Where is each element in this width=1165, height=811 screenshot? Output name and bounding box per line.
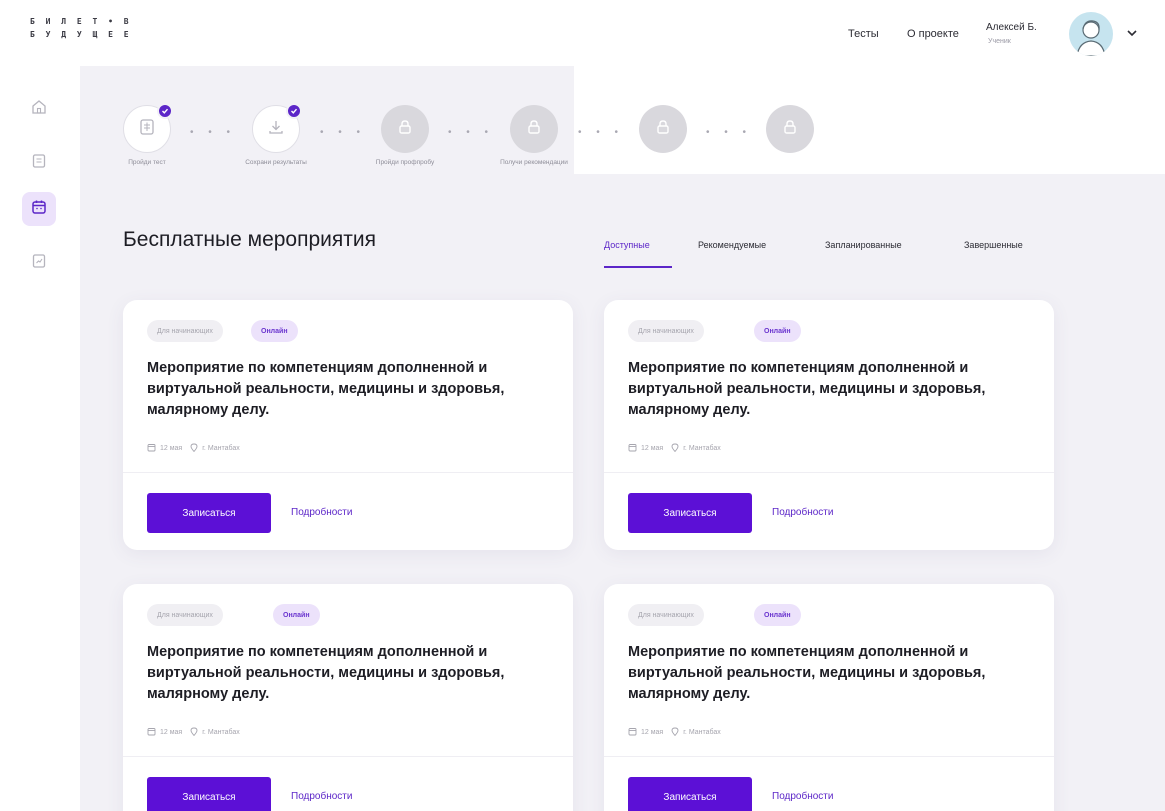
event-card-3: Для начинающих Онлайн Мероприятие по ком…: [123, 584, 573, 811]
event-location: г. Мантабах: [202, 729, 240, 736]
details-link[interactable]: Подробности: [772, 791, 833, 802]
step-label-2: Сохрани результаты: [245, 159, 307, 166]
user-name: Алексей Б.: [986, 22, 1037, 33]
card-divider: [123, 472, 573, 473]
lock-icon: [654, 118, 672, 141]
step-2[interactable]: [252, 103, 302, 153]
user-menu-chevron-icon[interactable]: [1125, 26, 1139, 40]
register-button[interactable]: Записаться: [628, 493, 752, 533]
register-button[interactable]: Записаться: [628, 777, 752, 811]
step-label-3: Пройди профпробу: [375, 159, 435, 166]
event-meta: 12 мая г. Мантабах: [147, 727, 240, 738]
logo-line-1: Б И Л Е Т • В: [30, 17, 132, 26]
step-5[interactable]: [639, 105, 687, 153]
lock-icon: [781, 118, 799, 141]
lock-icon: [396, 118, 414, 141]
calendar-icon: [147, 443, 156, 454]
event-title: Мероприятие по компетенциям дополненной …: [147, 360, 505, 418]
step-6[interactable]: [766, 105, 814, 153]
check-icon: [286, 103, 302, 119]
event-date: 12 мая: [641, 445, 664, 452]
event-location: г. Мантабах: [683, 445, 721, 452]
register-button[interactable]: Записаться: [147, 493, 271, 533]
location-icon: [190, 443, 198, 454]
logo-line-2: Б У Д У Щ Е Е: [30, 30, 132, 39]
event-meta: 12 мая г. Мантабах: [147, 443, 240, 454]
step-connector: • • •: [448, 127, 495, 138]
tab-planned[interactable]: Запланированные: [825, 240, 902, 250]
level-badge: Для начинающих: [147, 604, 223, 626]
event-meta: 12 мая г. Мантабах: [628, 727, 721, 738]
event-card-2: Для начинающих Онлайн Мероприятие по ком…: [604, 300, 1054, 550]
card-divider: [604, 756, 1054, 757]
details-link[interactable]: Подробности: [291, 507, 352, 518]
step-label-4: Получи рекомендации: [500, 159, 568, 166]
calendar-icon: [628, 443, 637, 454]
calendar-icon: [628, 727, 637, 738]
tab-recommended[interactable]: Рекомендуемые: [698, 240, 766, 250]
event-date: 12 мая: [160, 729, 183, 736]
format-badge: Онлайн: [754, 320, 801, 342]
level-badge: Для начинающих: [628, 604, 704, 626]
card-divider: [604, 472, 1054, 473]
level-badge: Для начинающих: [628, 320, 704, 342]
calendar-icon: [30, 198, 48, 221]
logo[interactable]: Б И Л Е Т • В Б У Д У Щ Е Е: [30, 15, 132, 41]
nav-tests-link[interactable]: Тесты: [848, 28, 879, 40]
format-badge: Онлайн: [273, 604, 320, 626]
sidebar-item-events[interactable]: [22, 192, 56, 226]
event-date: 12 мая: [160, 445, 183, 452]
card-divider: [123, 756, 573, 757]
sidebar-item-home[interactable]: [22, 92, 56, 126]
sidebar: [0, 66, 80, 811]
format-badge: Онлайн: [754, 604, 801, 626]
event-title: Мероприятие по компетенциям дополненной …: [628, 644, 986, 702]
tab-completed[interactable]: Завершенные: [964, 240, 1023, 250]
event-meta: 12 мая г. Мантабах: [628, 443, 721, 454]
step-connector: • • •: [190, 127, 237, 138]
tab-available[interactable]: Доступные: [604, 240, 650, 250]
sidebar-item-stats[interactable]: [22, 246, 56, 280]
location-icon: [671, 443, 679, 454]
top-header: Б И Л Е Т • В Б У Д У Щ Е Е Тесты О прое…: [0, 0, 1165, 66]
event-title: Мероприятие по компетенциям дополненной …: [628, 360, 986, 418]
step-1[interactable]: [123, 103, 173, 153]
step-connector: • • •: [578, 127, 625, 138]
document-icon: [30, 152, 48, 175]
event-location: г. Мантабах: [683, 729, 721, 736]
chart-icon: [30, 252, 48, 275]
step-label-1: Пройди тест: [128, 159, 166, 166]
nav-about-link[interactable]: О проекте: [907, 28, 959, 40]
format-badge: Онлайн: [251, 320, 298, 342]
step-3[interactable]: [381, 105, 429, 153]
download-icon: [266, 117, 286, 142]
event-location: г. Мантабах: [202, 445, 240, 452]
register-button[interactable]: Записаться: [147, 777, 271, 811]
test-icon: [137, 117, 157, 142]
avatar[interactable]: [1069, 12, 1113, 56]
sidebar-item-documents[interactable]: [22, 146, 56, 180]
calendar-icon: [147, 727, 156, 738]
lock-icon: [525, 118, 543, 141]
step-4[interactable]: [510, 105, 558, 153]
step-connector: • • •: [320, 127, 367, 138]
event-title: Мероприятие по компетенциям дополненной …: [147, 644, 505, 702]
details-link[interactable]: Подробности: [772, 507, 833, 518]
level-badge: Для начинающих: [147, 320, 223, 342]
details-link[interactable]: Подробности: [291, 791, 352, 802]
event-card-1: Для начинающих Онлайн Мероприятие по ком…: [123, 300, 573, 550]
home-icon: [30, 98, 48, 121]
page-title: Бесплатные мероприятия: [123, 228, 376, 251]
active-tab-indicator: [604, 266, 672, 268]
event-date: 12 мая: [641, 729, 664, 736]
user-role: Ученик: [988, 38, 1011, 45]
check-icon: [157, 103, 173, 119]
location-icon: [190, 727, 198, 738]
event-card-4: Для начинающих Онлайн Мероприятие по ком…: [604, 584, 1054, 811]
location-icon: [671, 727, 679, 738]
step-connector: • • •: [706, 127, 753, 138]
